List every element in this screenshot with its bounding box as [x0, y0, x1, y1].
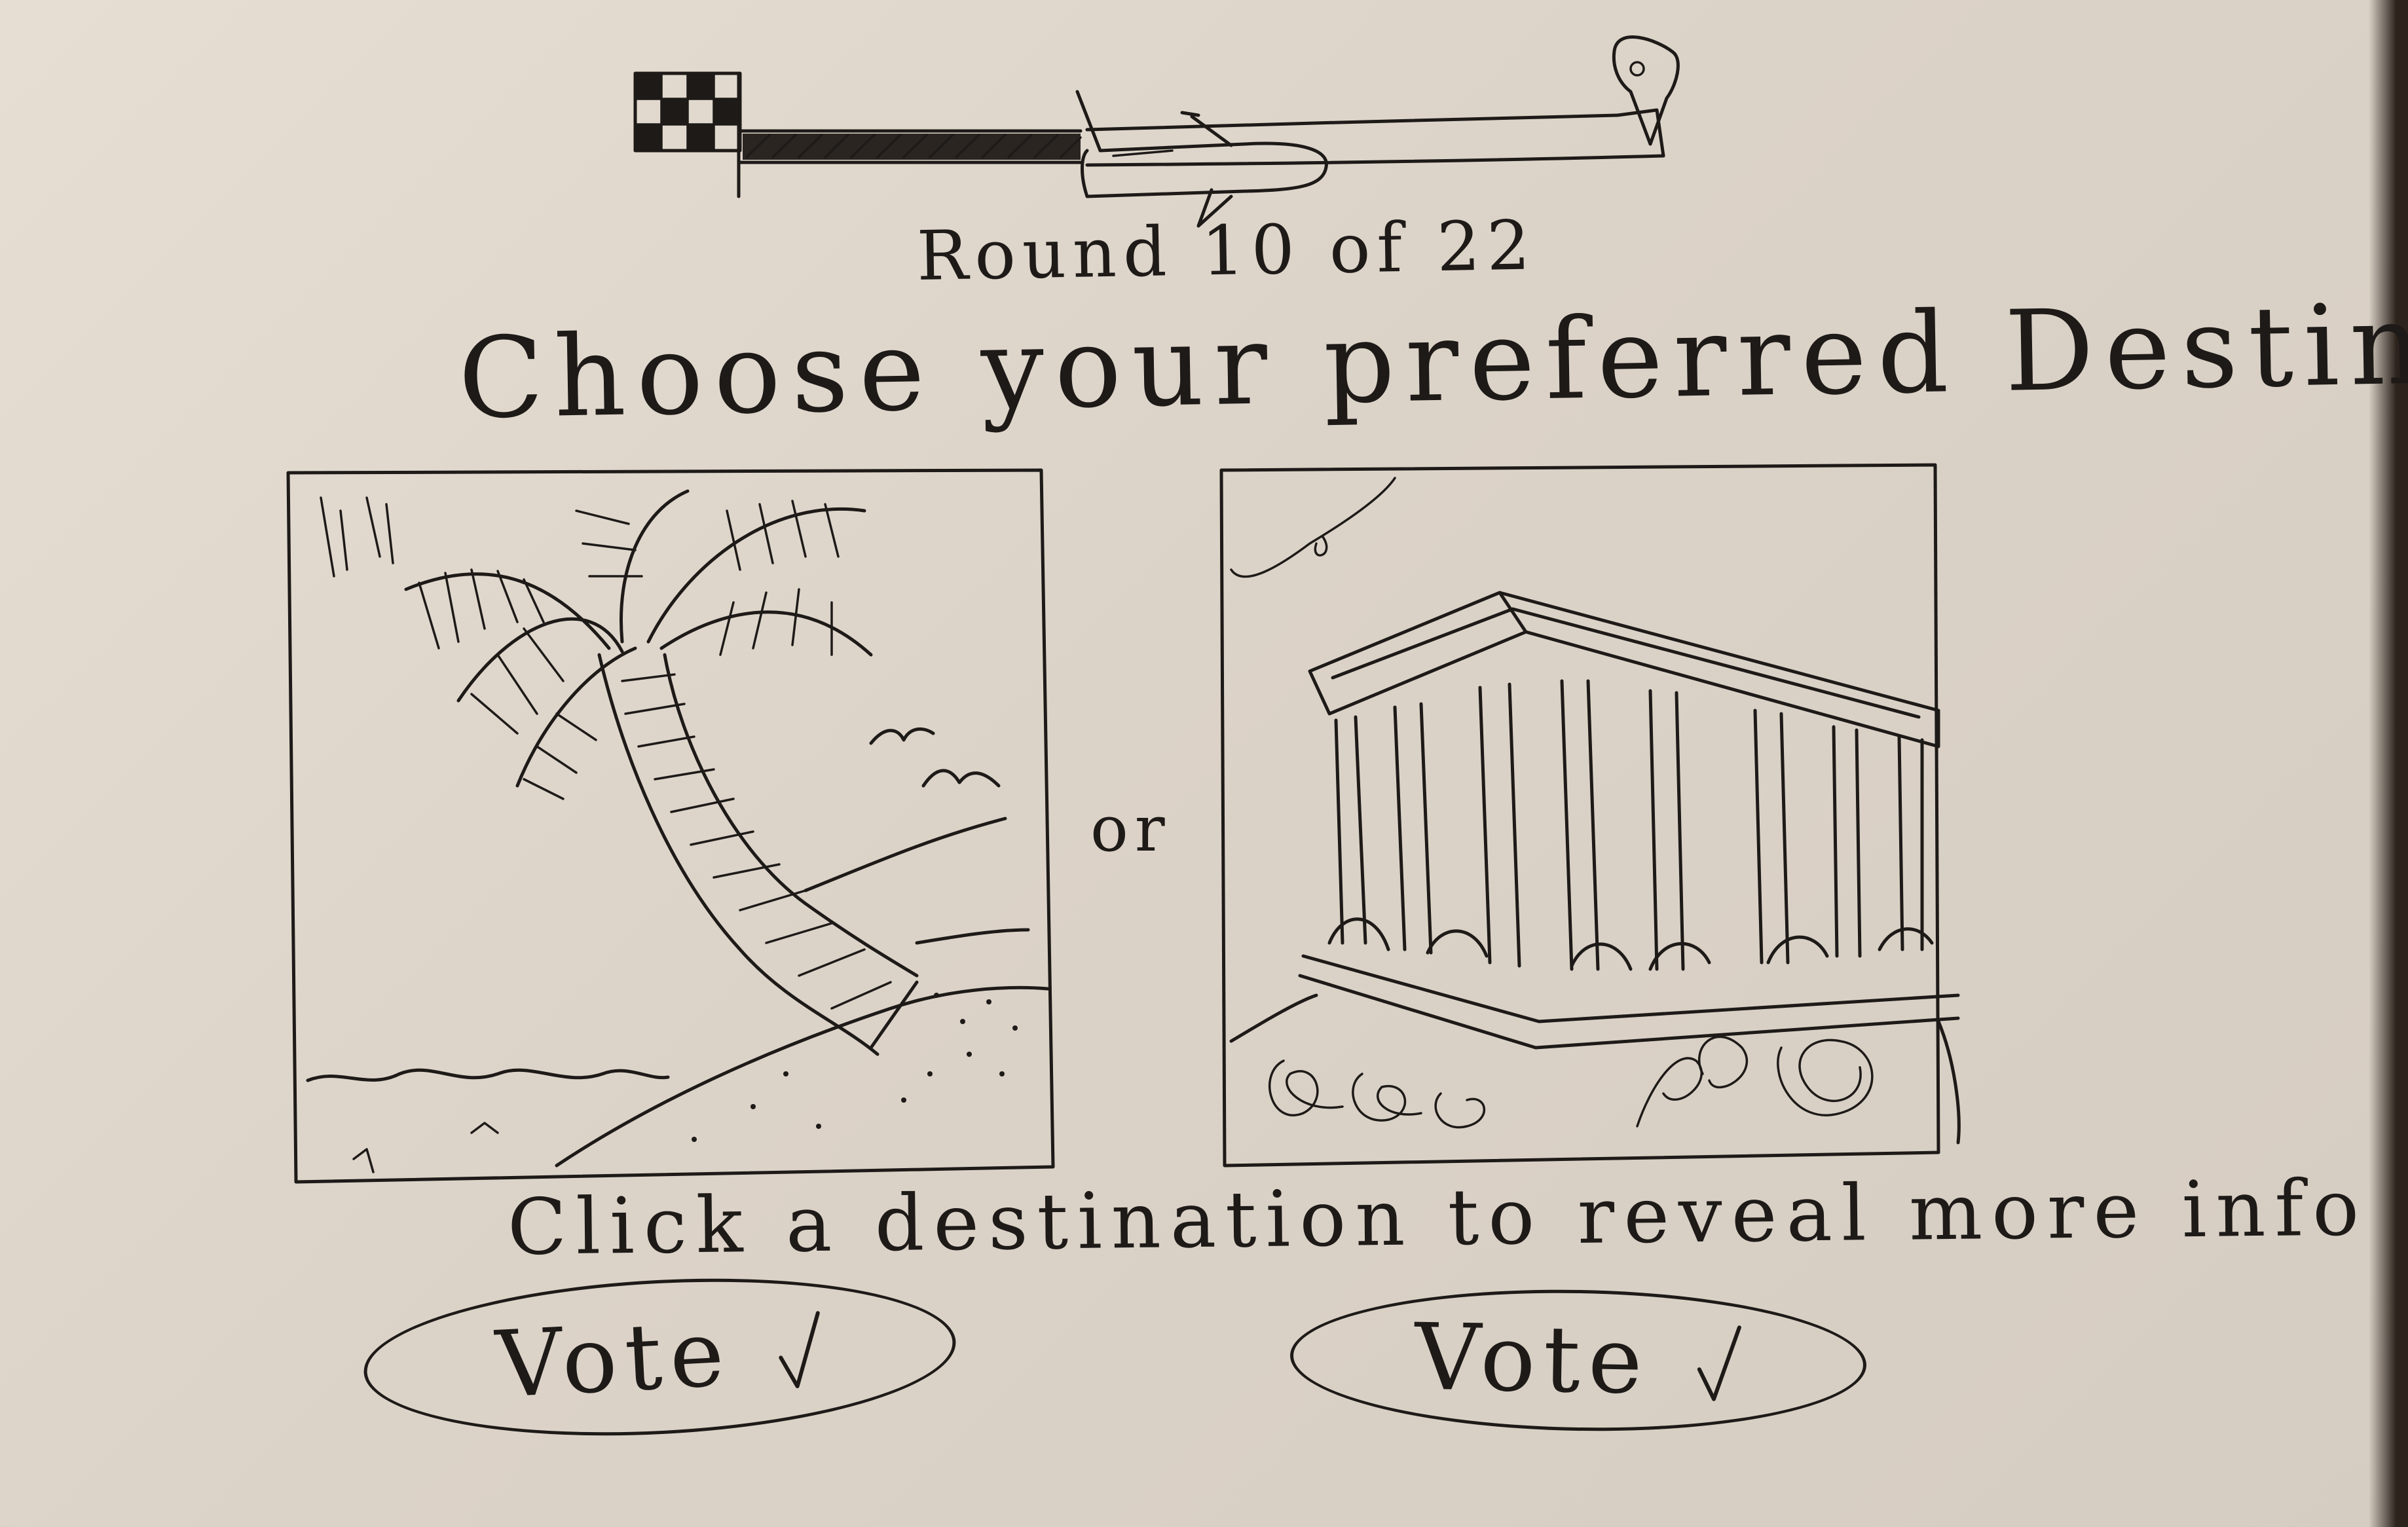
- vote-button-label: Vote: [493, 1300, 735, 1419]
- checkmark-icon: [1697, 1325, 1741, 1401]
- checkmark-icon: [779, 1310, 821, 1388]
- vote-button-label: Vote: [1413, 1304, 1652, 1415]
- round-label: Round 10 of 22: [916, 205, 1538, 296]
- destination-card-beach[interactable]: [291, 468, 1054, 1185]
- or-separator: or: [1090, 792, 1172, 866]
- destination-card-temple[interactable]: [1218, 465, 1952, 1172]
- round-progress-bar: [635, 39, 1683, 203]
